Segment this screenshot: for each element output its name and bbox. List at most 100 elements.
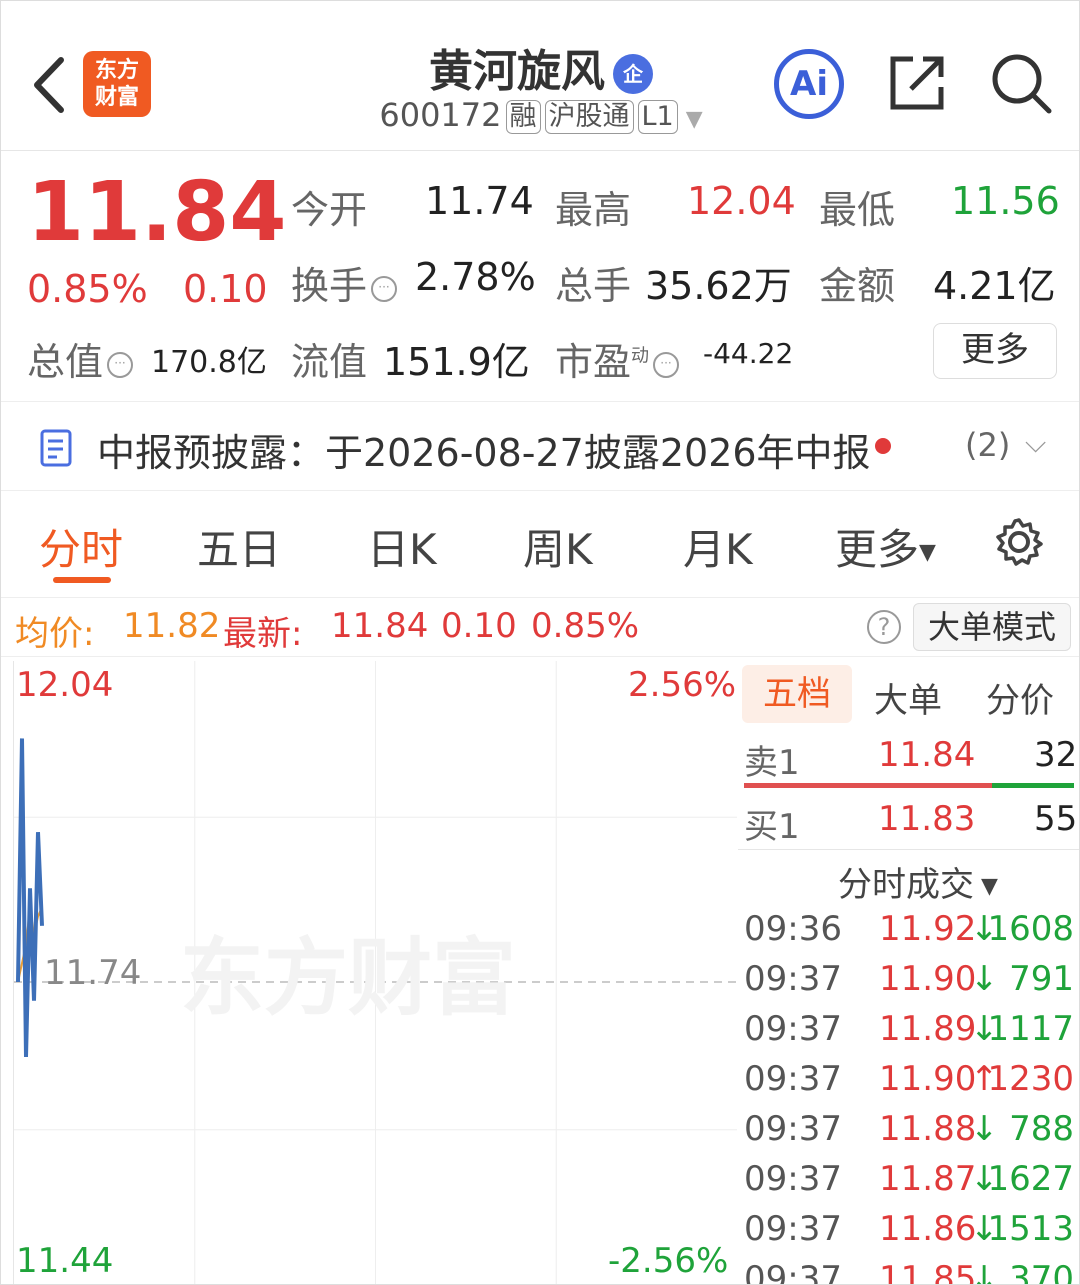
tab-intraday[interactable]: 分时: [39, 516, 123, 577]
latest-change: 0.10: [441, 606, 517, 646]
trades-title[interactable]: 分时成交 ▼: [838, 857, 998, 906]
enterprise-badge: 企: [613, 54, 653, 94]
trade-volume: 1627: [987, 1159, 1074, 1199]
ai-button[interactable]: Ai: [774, 49, 844, 119]
trade-price: 11.86: [879, 1209, 977, 1249]
turnover-label[interactable]: 换手 ···: [291, 255, 401, 310]
notice-text: 中报预披露：于2026-08-27披露2026年中报: [97, 431, 871, 475]
trade-volume: 370: [1009, 1259, 1074, 1285]
trade-time: 09:37: [744, 959, 842, 999]
open-value: 11.74: [425, 179, 534, 223]
trade-price: 11.88: [879, 1109, 977, 1149]
more-button[interactable]: 更多: [933, 323, 1057, 379]
high-label: 最高: [555, 188, 632, 232]
trade-volume: 1117: [987, 1009, 1074, 1049]
help-icon[interactable]: ?: [867, 610, 901, 644]
watermark: 东方财富: [180, 929, 517, 1027]
trade-time: 09:37: [744, 1259, 842, 1285]
tab-price-dist[interactable]: 分价: [986, 673, 1054, 722]
trade-time: 09:37: [744, 1209, 842, 1249]
volume-label: 总手: [555, 264, 632, 308]
tab-five-level[interactable]: 五档: [742, 665, 852, 723]
low-value: 11.56: [951, 179, 1060, 223]
stock-name: 黄河旋风: [429, 46, 605, 97]
tab-five-day[interactable]: 五日: [197, 516, 281, 577]
expand-chevron-icon[interactable]: ⌵: [1025, 426, 1046, 460]
mcap-label[interactable]: 总值 ···: [27, 331, 137, 386]
tag-margin: 融: [505, 100, 541, 134]
avg-label: 均价:: [15, 614, 95, 654]
trade-volume: 788: [1009, 1109, 1074, 1149]
ask-label: 卖1: [744, 743, 800, 783]
avg-value: 11.82: [123, 606, 221, 646]
share-icon[interactable]: [887, 53, 947, 113]
trade-time: 09:37: [744, 1059, 842, 1099]
float-value: 151.9亿: [383, 340, 530, 384]
trade-price: 11.85: [879, 1259, 977, 1285]
latest-value: 11.84: [331, 606, 429, 646]
big-order-mode-button[interactable]: 大单模式: [913, 603, 1071, 651]
trade-volume: 1608: [987, 909, 1074, 949]
y-min-label: 11.44: [16, 1241, 114, 1281]
volume-value: 35.62万: [645, 264, 792, 308]
unread-dot: [875, 438, 891, 454]
info-dots-icon: ···: [371, 275, 398, 302]
low-label: 最低: [819, 188, 896, 232]
trade-time: 09:36: [744, 909, 842, 949]
bid-volume: 55: [1034, 799, 1078, 839]
stock-code: 600172: [379, 96, 502, 134]
bid-label: 买1: [744, 807, 800, 847]
notice-count: (2): [965, 426, 1011, 464]
open-label: 今开: [291, 188, 368, 232]
y-max-label: 12.04: [16, 665, 114, 705]
tab-big-order[interactable]: 大单: [874, 673, 942, 722]
change-value: 0.10: [183, 267, 268, 311]
notice-bar[interactable]: 中报预披露：于2026-08-27披露2026年中报 (2) ⌵: [1, 401, 1079, 491]
dropdown-icon: ▼: [685, 107, 703, 132]
pct-min-label: -2.56%: [608, 1241, 729, 1281]
tag-level: L1: [637, 100, 678, 134]
float-label: 流值: [291, 340, 368, 384]
ask-volume: 32: [1034, 735, 1078, 775]
top-bar: 东方 财富 黄河旋风企 600172 融沪股通 L1 ▼ Ai: [1, 1, 1079, 151]
tab-monthly-k[interactable]: 月K: [683, 516, 753, 577]
trade-volume: 1230: [987, 1059, 1074, 1099]
trade-price: 11.87: [879, 1159, 977, 1199]
tab-weekly-k[interactable]: 周K: [523, 516, 593, 577]
trade-price: 11.92: [879, 909, 977, 949]
tag-connect: 沪股通: [544, 100, 634, 134]
info-dots-icon: ···: [653, 351, 680, 378]
last-price: 11.84: [27, 165, 287, 260]
trade-price: 11.90: [879, 959, 977, 999]
search-icon[interactable]: [989, 51, 1053, 115]
high-value: 12.04: [687, 179, 796, 223]
document-icon: [40, 429, 72, 467]
bid-price: 11.83: [878, 799, 976, 839]
info-dots-icon: ···: [107, 351, 134, 378]
trade-price: 11.90: [879, 1059, 977, 1099]
trade-price: 11.89: [879, 1009, 977, 1049]
ratio-bar: [744, 783, 1074, 788]
turnover-value: 2.78%: [415, 255, 536, 299]
trade-volume: 791: [1009, 959, 1074, 999]
y-mid-label: 11.74: [44, 953, 142, 993]
intraday-chart[interactable]: 东方财富 12.04 11.74 11.44 2.56% -2.56%: [13, 661, 737, 1284]
ask-ratio-fill: [744, 783, 992, 788]
latest-pct: 0.85%: [531, 606, 640, 646]
ask-price: 11.84: [878, 735, 976, 775]
tab-daily-k[interactable]: 日K: [367, 516, 437, 577]
change-percent: 0.85%: [27, 267, 148, 311]
latest-label: 最新:: [223, 614, 303, 654]
tab-indicator: [53, 577, 111, 583]
divider: [738, 849, 1079, 850]
pct-max-label: 2.56%: [628, 665, 737, 705]
settings-gear-icon[interactable]: [993, 516, 1045, 568]
pe-value: -44.22: [703, 337, 794, 370]
amount-value: 4.21亿: [933, 264, 1056, 308]
price-line: [16, 738, 44, 1057]
trade-time: 09:37: [744, 1009, 842, 1049]
amount-label: 金额: [819, 264, 896, 308]
trade-time: 09:37: [744, 1109, 842, 1149]
tab-more[interactable]: 更多▼: [835, 516, 936, 577]
pe-label[interactable]: 市盈动 ···: [555, 331, 683, 386]
